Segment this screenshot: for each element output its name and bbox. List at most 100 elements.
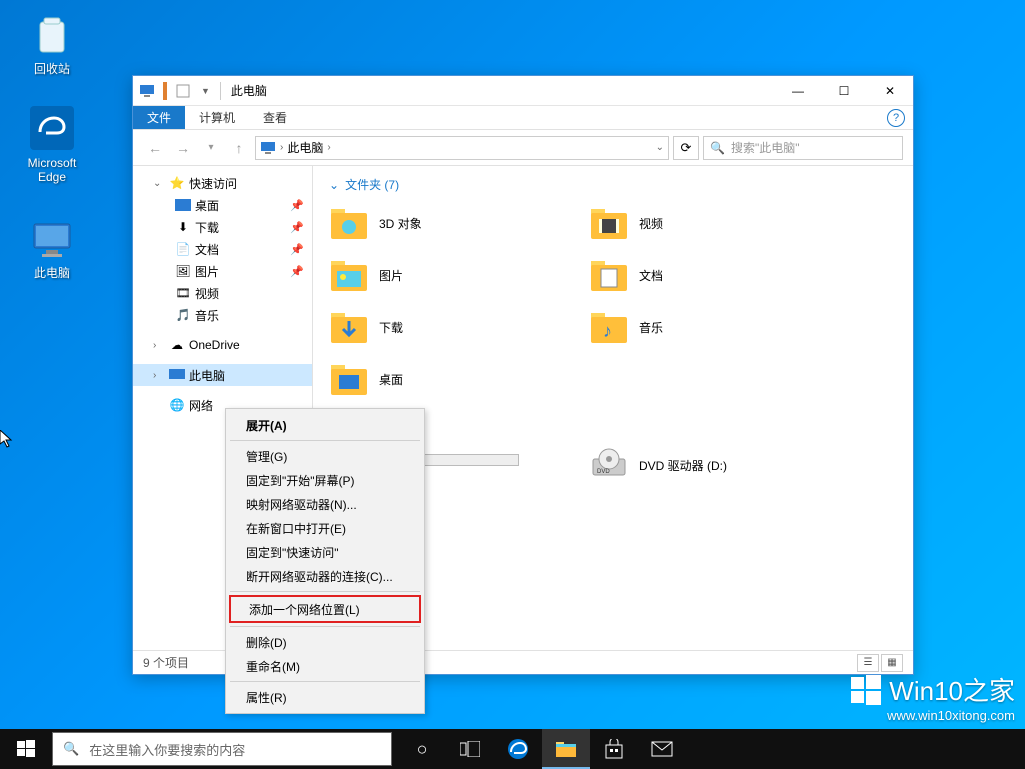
video-icon: 🎞: [175, 285, 191, 301]
folder-icon: [589, 203, 629, 243]
tab-file[interactable]: 文件: [133, 106, 185, 129]
section-folders[interactable]: ⌄文件夹 (7): [329, 176, 897, 193]
titlebar[interactable]: ▼ 此电脑 — ☐ ✕: [133, 76, 913, 106]
context-menu: 展开(A) 管理(G) 固定到"开始"屏幕(P) 映射网络驱动器(N)... 在…: [225, 408, 425, 714]
search-icon: 🔍: [63, 741, 79, 757]
desktop-icon-label: 回收站: [34, 62, 70, 76]
nav-quick-access[interactable]: ⌄⭐快速访问: [133, 172, 312, 194]
nav-downloads[interactable]: ⬇下载📌: [133, 216, 312, 238]
desktop-icon-recycle-bin[interactable]: 回收站: [14, 10, 90, 76]
address-bar[interactable]: › 此电脑 › ⌄: [255, 136, 669, 160]
navbar: ← → ▾ ↑ › 此电脑 › ⌄ ⟳ 🔍 搜索"此电脑": [133, 130, 913, 166]
qat-divider: [163, 82, 167, 100]
view-details-button[interactable]: ☰: [857, 654, 879, 672]
close-button[interactable]: ✕: [867, 76, 913, 106]
up-button[interactable]: ↑: [227, 136, 251, 160]
svg-text:♪: ♪: [603, 321, 612, 341]
addr-dropdown-icon[interactable]: ⌄: [656, 142, 664, 153]
refresh-button[interactable]: ⟳: [673, 136, 699, 160]
view-large-button[interactable]: ▦: [881, 654, 903, 672]
search-placeholder: 搜索"此电脑": [731, 139, 800, 156]
picture-icon: 🖼: [175, 263, 191, 279]
folder-documents[interactable]: 文档: [589, 253, 829, 297]
desktop-icon-label: Microsoft Edge: [14, 156, 90, 184]
ctx-map-drive[interactable]: 映射网络驱动器(N)...: [228, 492, 422, 516]
explorer-taskbar[interactable]: [542, 729, 590, 769]
ribbon: 文件 计算机 查看 ?: [133, 106, 913, 130]
mail-taskbar[interactable]: [638, 729, 686, 769]
edge-taskbar[interactable]: [494, 729, 542, 769]
desktop-icon: [175, 197, 191, 213]
windows-logo-icon: [851, 675, 881, 705]
pin-icon: 📌: [290, 199, 304, 212]
pc-small-icon: [139, 83, 155, 99]
ctx-rename[interactable]: 重命名(M): [228, 654, 422, 678]
search-icon: 🔍: [710, 141, 725, 155]
forward-button[interactable]: →: [171, 136, 195, 160]
window-title: 此电脑: [231, 82, 267, 99]
nav-onedrive[interactable]: ›☁OneDrive: [133, 334, 312, 356]
cloud-icon: ☁: [169, 337, 185, 353]
pin-icon: 📌: [290, 265, 304, 278]
recycle-bin-icon: [28, 10, 76, 58]
svg-text:DVD: DVD: [597, 469, 610, 475]
ctx-expand[interactable]: 展开(A): [228, 413, 422, 437]
nav-videos[interactable]: 🎞视频: [133, 282, 312, 304]
taskbar-search[interactable]: 🔍 在这里输入你要搜索的内容: [52, 732, 392, 766]
ctx-new-window[interactable]: 在新窗口中打开(E): [228, 516, 422, 540]
music-icon: 🎵: [175, 307, 191, 323]
pc-icon: [260, 140, 276, 156]
monitor-icon: [28, 214, 76, 262]
drive-dvd[interactable]: DVD DVD 驱动器 (D:): [589, 441, 829, 489]
ctx-pin-start[interactable]: 固定到"开始"屏幕(P): [228, 468, 422, 492]
folder-downloads[interactable]: 下载: [329, 305, 569, 349]
tab-view[interactable]: 查看: [249, 106, 301, 129]
cortana-button[interactable]: ○: [398, 729, 446, 769]
nav-desktop[interactable]: 桌面📌: [133, 194, 312, 216]
pin-icon: 📌: [290, 221, 304, 234]
search-input[interactable]: 🔍 搜索"此电脑": [703, 136, 903, 160]
ctx-manage[interactable]: 管理(G): [228, 444, 422, 468]
folder-videos[interactable]: 视频: [589, 201, 829, 245]
qat-dropdown-icon[interactable]: ▼: [201, 86, 210, 96]
nav-pictures[interactable]: 🖼图片📌: [133, 260, 312, 282]
nav-documents[interactable]: 📄文档📌: [133, 238, 312, 260]
desktop-icon-thispc[interactable]: 此电脑: [14, 214, 90, 280]
nav-thispc[interactable]: ›此电脑: [133, 364, 312, 386]
ctx-disconnect[interactable]: 断开网络驱动器的连接(C)...: [228, 564, 422, 588]
folder-pictures[interactable]: 图片: [329, 253, 569, 297]
folder-icon: [329, 203, 369, 243]
start-button[interactable]: [2, 729, 50, 769]
pc-icon: [169, 367, 185, 383]
desktop-icon-label: 此电脑: [34, 266, 70, 280]
back-button[interactable]: ←: [143, 136, 167, 160]
watermark: Win10之家 www.win10xitong.com: [851, 671, 1015, 723]
divider: [220, 82, 221, 100]
maximize-button[interactable]: ☐: [821, 76, 867, 106]
store-taskbar[interactable]: [590, 729, 638, 769]
folder-desktop[interactable]: 桌面: [329, 357, 569, 401]
search-placeholder: 在这里输入你要搜索的内容: [89, 740, 245, 759]
dvd-icon: DVD: [589, 445, 629, 485]
ctx-add-network[interactable]: 添加一个网络位置(L): [231, 597, 419, 621]
help-button[interactable]: ?: [887, 109, 905, 127]
nav-music[interactable]: 🎵音乐: [133, 304, 312, 326]
folder-3d-objects[interactable]: 3D 对象: [329, 201, 569, 245]
desktop-icon-edge[interactable]: Microsoft Edge: [14, 104, 90, 184]
qat-item-icon[interactable]: [175, 83, 191, 99]
taskbar: 🔍 在这里输入你要搜索的内容 ○: [0, 729, 1025, 769]
ctx-delete[interactable]: 删除(D): [228, 630, 422, 654]
ctx-pin-quick[interactable]: 固定到"快速访问": [228, 540, 422, 564]
history-dropdown[interactable]: ▾: [199, 136, 223, 160]
minimize-button[interactable]: —: [775, 76, 821, 106]
breadcrumb[interactable]: 此电脑: [287, 139, 323, 156]
edge-icon: [28, 104, 76, 152]
tab-computer[interactable]: 计算机: [185, 106, 249, 129]
folder-music[interactable]: ♪音乐: [589, 305, 829, 349]
folder-icon: [329, 359, 369, 399]
task-view-button[interactable]: [446, 729, 494, 769]
pin-icon: 📌: [290, 243, 304, 256]
ctx-properties[interactable]: 属性(R): [228, 685, 422, 709]
cursor-icon: [0, 430, 16, 450]
status-text: 9 个项目: [143, 654, 189, 671]
